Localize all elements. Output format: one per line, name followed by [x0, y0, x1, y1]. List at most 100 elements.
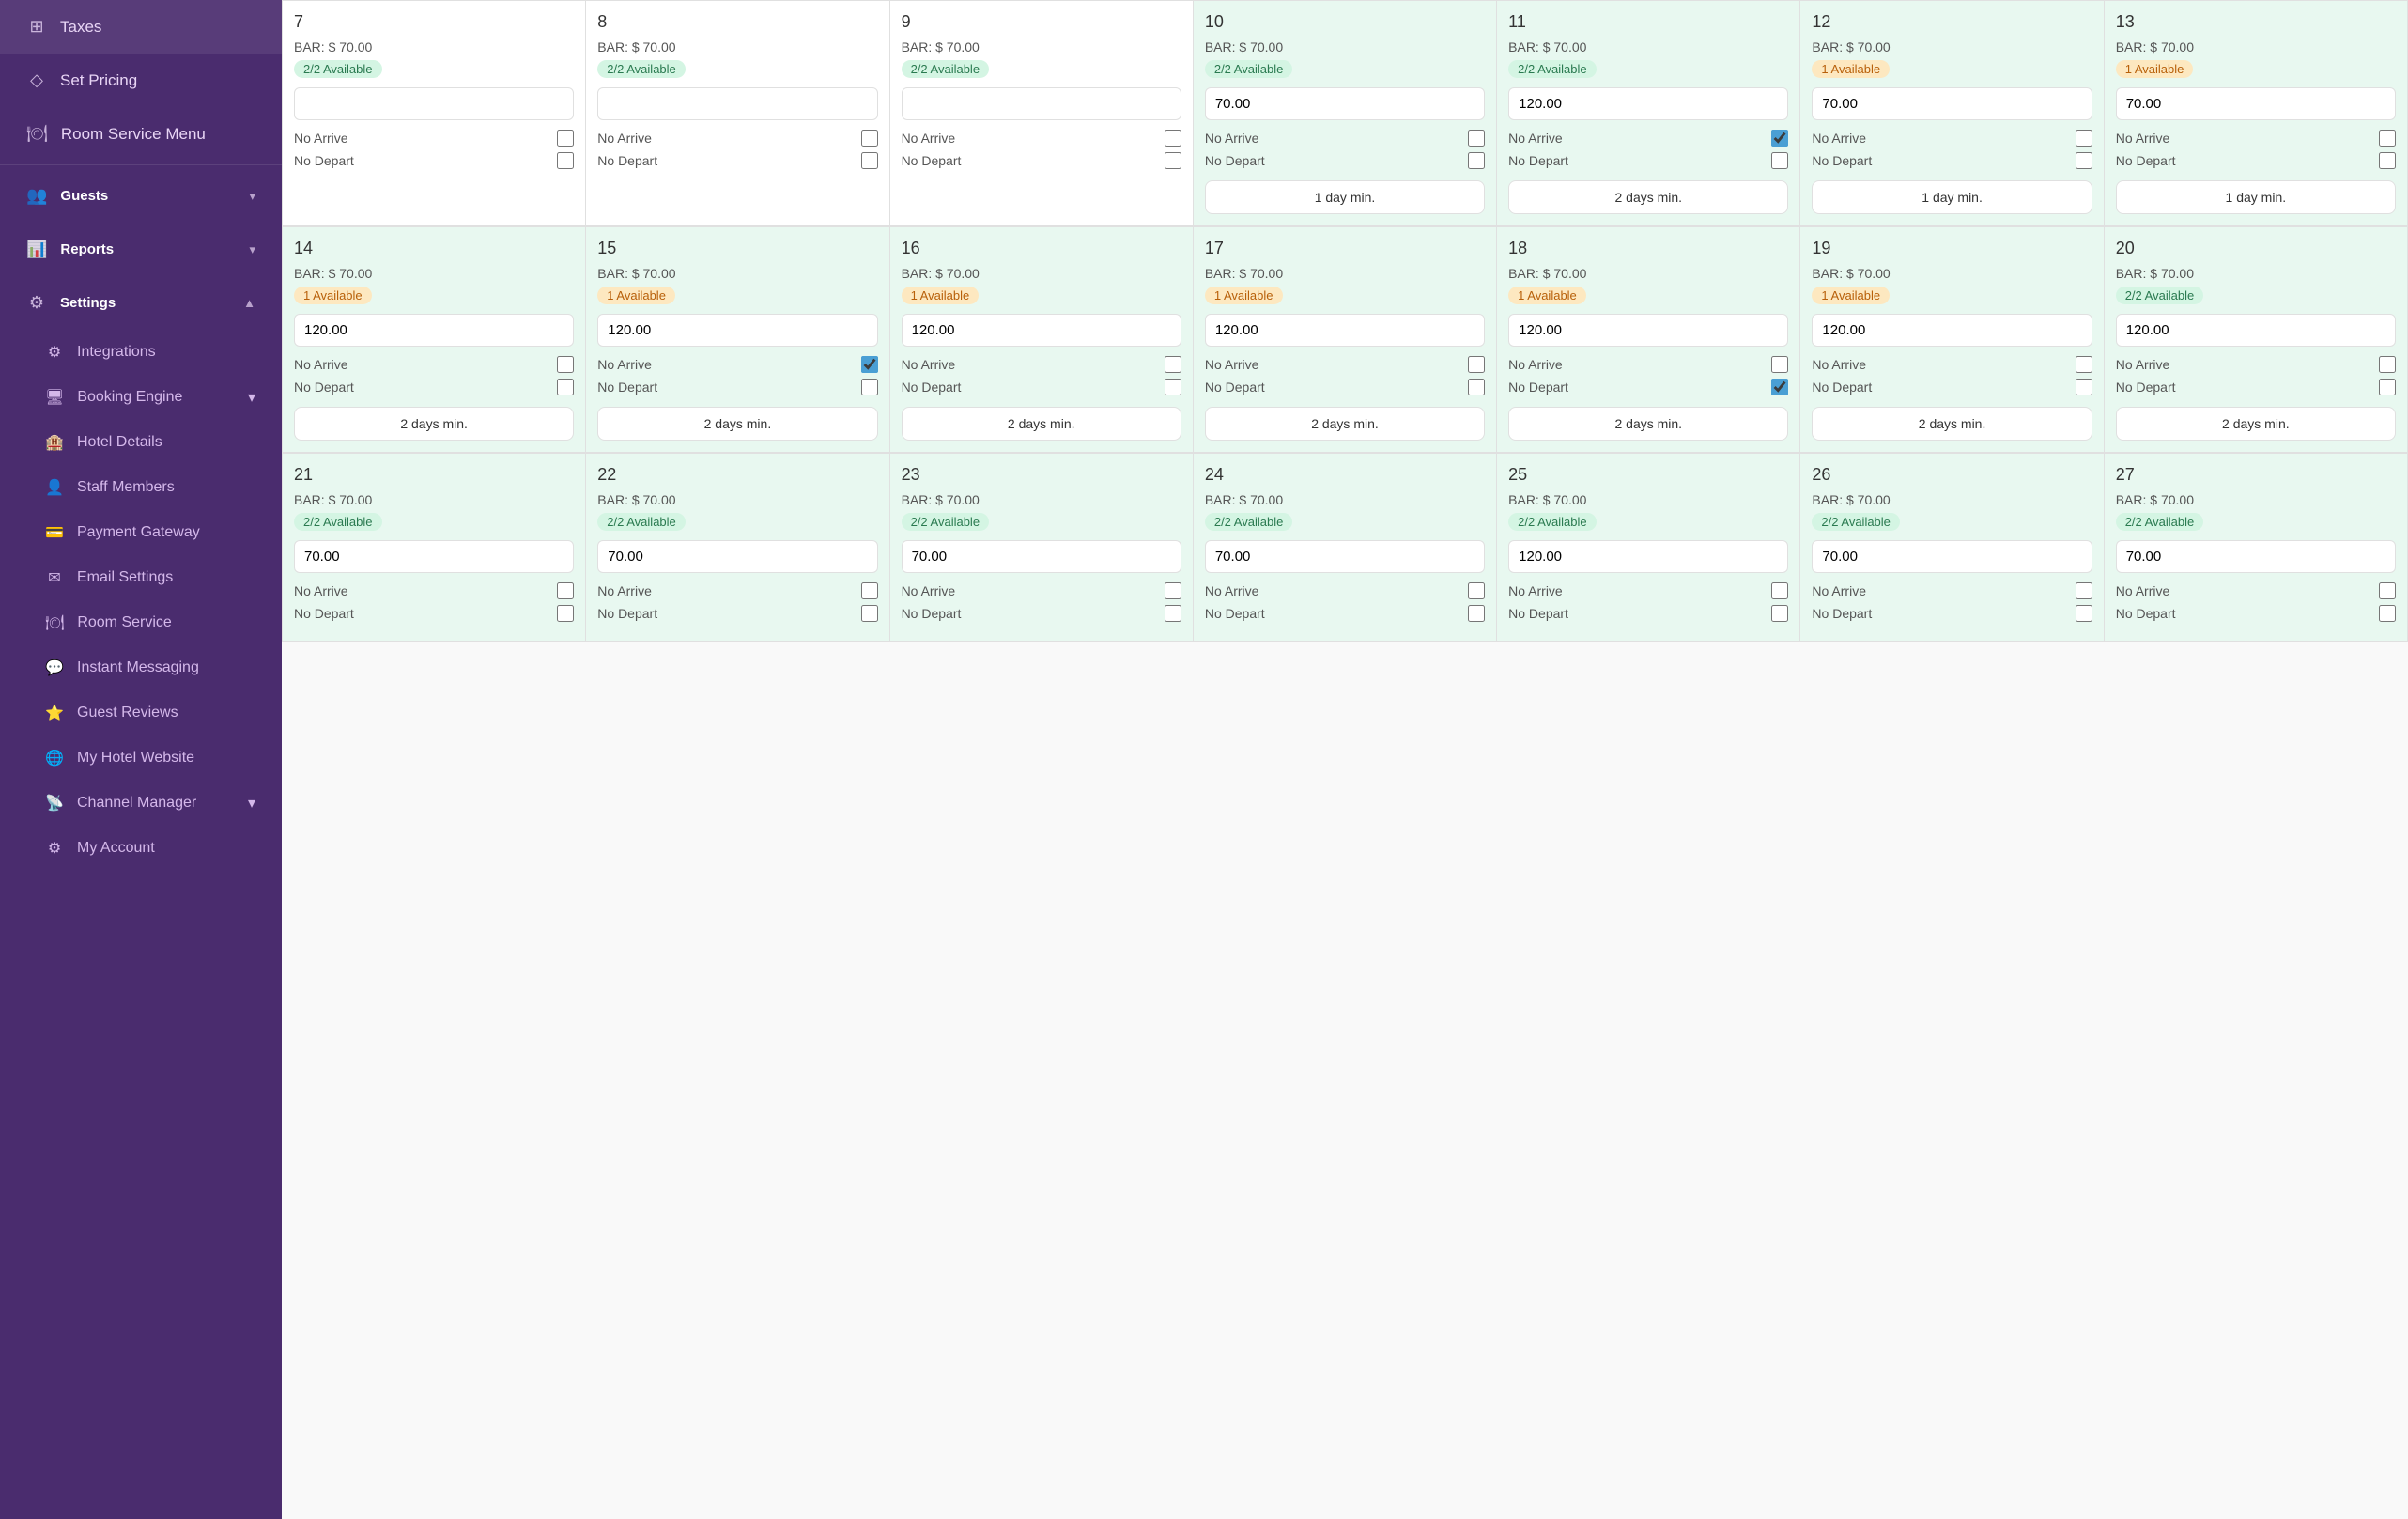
no-arrive-checkbox-10[interactable]: [1468, 130, 1485, 147]
price-input-25[interactable]: [1508, 540, 1788, 573]
price-input-18[interactable]: [1508, 314, 1788, 347]
no-arrive-checkbox-22[interactable]: [861, 582, 878, 599]
sidebar-item-channel-manager[interactable]: 📡 Channel Manager ▾: [0, 781, 282, 826]
price-input-16[interactable]: [902, 314, 1181, 347]
price-input-7[interactable]: [294, 87, 574, 120]
availability-badge-26: 2/2 Available: [1812, 513, 1900, 531]
min-stay-btn-15[interactable]: 2 days min.: [597, 407, 877, 441]
price-input-23[interactable]: [902, 540, 1181, 573]
no-depart-checkbox-14[interactable]: [557, 379, 574, 395]
no-depart-checkbox-10[interactable]: [1468, 152, 1485, 169]
no-arrive-checkbox-23[interactable]: [1165, 582, 1181, 599]
no-arrive-checkbox-18[interactable]: [1771, 356, 1788, 373]
price-input-11[interactable]: [1508, 87, 1788, 120]
sidebar-item-taxes[interactable]: ⊞ Taxes: [0, 0, 282, 54]
sidebar-item-settings[interactable]: ⚙ Settings ▲: [0, 276, 282, 330]
price-input-26[interactable]: [1812, 540, 2092, 573]
no-arrive-checkbox-19[interactable]: [2076, 356, 2092, 373]
no-depart-checkbox-27[interactable]: [2379, 605, 2396, 622]
price-input-15[interactable]: [597, 314, 877, 347]
min-stay-btn-18[interactable]: 2 days min.: [1508, 407, 1788, 441]
price-input-12[interactable]: [1812, 87, 2092, 120]
no-arrive-checkbox-17[interactable]: [1468, 356, 1485, 373]
sidebar-item-my-hotel-website[interactable]: 🌐 My Hotel Website: [0, 736, 282, 781]
no-depart-checkbox-18[interactable]: [1771, 379, 1788, 395]
no-arrive-checkbox-15[interactable]: [861, 356, 878, 373]
no-depart-checkbox-19[interactable]: [2076, 379, 2092, 395]
availability-badge-21: 2/2 Available: [294, 513, 382, 531]
no-depart-checkbox-17[interactable]: [1468, 379, 1485, 395]
price-input-20[interactable]: [2116, 314, 2396, 347]
sidebar-item-room-service-menu[interactable]: 🍽 Room Service Menu: [0, 107, 282, 161]
price-input-13[interactable]: [2116, 87, 2396, 120]
min-stay-btn-13[interactable]: 1 day min.: [2116, 180, 2396, 214]
no-arrive-checkbox-7[interactable]: [557, 130, 574, 147]
no-depart-checkbox-24[interactable]: [1468, 605, 1485, 622]
no-depart-checkbox-23[interactable]: [1165, 605, 1181, 622]
sidebar-item-email-settings[interactable]: ✉ Email Settings: [0, 555, 282, 600]
no-arrive-checkbox-11[interactable]: [1771, 130, 1788, 147]
no-depart-checkbox-25[interactable]: [1771, 605, 1788, 622]
no-arrive-checkbox-24[interactable]: [1468, 582, 1485, 599]
min-stay-btn-10[interactable]: 1 day min.: [1205, 180, 1485, 214]
sidebar: ⊞ Taxes ◇ Set Pricing 🍽 Room Service Men…: [0, 0, 282, 1519]
price-input-17[interactable]: [1205, 314, 1485, 347]
no-arrive-checkbox-26[interactable]: [2076, 582, 2092, 599]
min-stay-btn-17[interactable]: 2 days min.: [1205, 407, 1485, 441]
min-stay-btn-12[interactable]: 1 day min.: [1812, 180, 2092, 214]
min-stay-btn-16[interactable]: 2 days min.: [902, 407, 1181, 441]
sidebar-item-room-service[interactable]: 🍽 Room Service: [0, 600, 282, 645]
no-arrive-checkbox-20[interactable]: [2379, 356, 2396, 373]
sidebar-item-set-pricing[interactable]: ◇ Set Pricing: [0, 54, 282, 107]
sidebar-item-guests[interactable]: 👥 Guests ▾: [0, 169, 282, 223]
min-stay-btn-11[interactable]: 2 days min.: [1508, 180, 1788, 214]
bar-price-13: BAR: $ 70.00: [2116, 39, 2396, 54]
no-depart-checkbox-16[interactable]: [1165, 379, 1181, 395]
price-input-22[interactable]: [597, 540, 877, 573]
no-arrive-checkbox-12[interactable]: [2076, 130, 2092, 147]
min-stay-btn-14[interactable]: 2 days min.: [294, 407, 574, 441]
no-arrive-checkbox-9[interactable]: [1165, 130, 1181, 147]
sidebar-item-instant-messaging[interactable]: 💬 Instant Messaging: [0, 645, 282, 690]
sidebar-item-payment-gateway[interactable]: 💳 Payment Gateway: [0, 510, 282, 555]
no-arrive-checkbox-25[interactable]: [1771, 582, 1788, 599]
sidebar-item-guest-reviews[interactable]: ⭐ Guest Reviews: [0, 690, 282, 736]
no-depart-checkbox-11[interactable]: [1771, 152, 1788, 169]
price-input-21[interactable]: [294, 540, 574, 573]
no-depart-checkbox-20[interactable]: [2379, 379, 2396, 395]
no-depart-label-24: No Depart: [1205, 606, 1265, 621]
price-input-8[interactable]: [597, 87, 877, 120]
availability-badge-19: 1 Available: [1812, 287, 1890, 304]
no-depart-checkbox-7[interactable]: [557, 152, 574, 169]
price-input-24[interactable]: [1205, 540, 1485, 573]
sidebar-item-hotel-details[interactable]: 🏨 Hotel Details: [0, 420, 282, 465]
no-depart-checkbox-15[interactable]: [861, 379, 878, 395]
no-arrive-checkbox-8[interactable]: [861, 130, 878, 147]
min-stay-btn-19[interactable]: 2 days min.: [1812, 407, 2092, 441]
no-arrive-checkbox-14[interactable]: [557, 356, 574, 373]
no-depart-checkbox-13[interactable]: [2379, 152, 2396, 169]
price-input-10[interactable]: [1205, 87, 1485, 120]
bar-price-8: BAR: $ 70.00: [597, 39, 877, 54]
price-input-9[interactable]: [902, 87, 1181, 120]
no-arrive-checkbox-13[interactable]: [2379, 130, 2396, 147]
no-arrive-row-8: No Arrive: [597, 130, 877, 147]
no-arrive-checkbox-16[interactable]: [1165, 356, 1181, 373]
sidebar-item-reports[interactable]: 📊 Reports ▾: [0, 223, 282, 276]
no-arrive-checkbox-27[interactable]: [2379, 582, 2396, 599]
no-depart-checkbox-26[interactable]: [2076, 605, 2092, 622]
no-depart-checkbox-12[interactable]: [2076, 152, 2092, 169]
no-arrive-checkbox-21[interactable]: [557, 582, 574, 599]
min-stay-btn-20[interactable]: 2 days min.: [2116, 407, 2396, 441]
sidebar-item-my-account[interactable]: ⚙ My Account: [0, 826, 282, 871]
no-depart-checkbox-9[interactable]: [1165, 152, 1181, 169]
sidebar-item-integrations[interactable]: ⚙ Integrations: [0, 330, 282, 375]
sidebar-item-staff-members[interactable]: 👤 Staff Members: [0, 465, 282, 510]
price-input-19[interactable]: [1812, 314, 2092, 347]
sidebar-item-booking-engine[interactable]: 🖥 Booking Engine ▾: [0, 375, 282, 420]
price-input-14[interactable]: [294, 314, 574, 347]
no-depart-checkbox-22[interactable]: [861, 605, 878, 622]
no-depart-checkbox-21[interactable]: [557, 605, 574, 622]
no-depart-checkbox-8[interactable]: [861, 152, 878, 169]
price-input-27[interactable]: [2116, 540, 2396, 573]
